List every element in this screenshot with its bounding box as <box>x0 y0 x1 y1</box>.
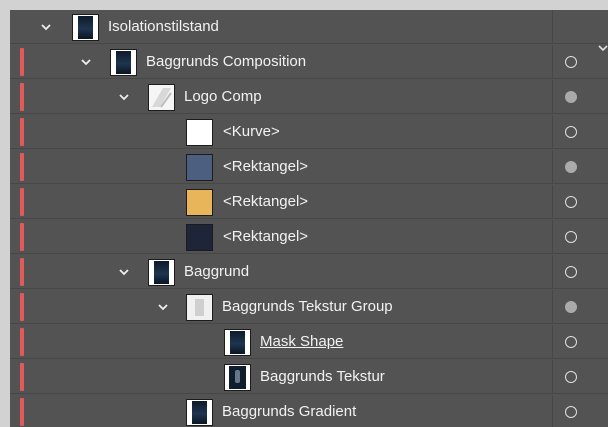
layer-row[interactable]: <Rektangel> <box>10 185 608 219</box>
layer-color-label <box>20 83 24 111</box>
layer-color-label <box>20 328 24 356</box>
target-circle-icon[interactable] <box>565 406 577 418</box>
column-divider <box>552 290 553 323</box>
layer-color-label <box>20 293 24 321</box>
layer-name: <Rektangel> <box>223 228 309 245</box>
layer-row[interactable]: Baggrunds Tekstur Group <box>10 290 608 324</box>
column-divider <box>552 220 553 253</box>
layer-color-label <box>20 153 24 181</box>
layer-row[interactable]: Isolationstilstand <box>10 10 608 44</box>
target-circle-icon[interactable] <box>565 371 577 383</box>
layer-thumbnail <box>186 189 213 216</box>
layer-thumbnail <box>224 329 251 356</box>
target-filled-icon[interactable] <box>565 161 577 173</box>
layer-thumbnail <box>186 154 213 181</box>
layer-name: <Rektangel> <box>223 193 309 210</box>
layer-color-label <box>20 398 24 426</box>
layer-row[interactable]: Logo Comp <box>10 80 608 114</box>
layers-panel: Isolationstilstand Baggrunds Composition L… <box>10 10 608 427</box>
panel-menu-chevron-icon[interactable] <box>598 44 608 54</box>
layer-row[interactable]: Baggrunds Gradient <box>10 395 608 427</box>
layer-name: Logo Comp <box>184 88 262 105</box>
layer-thumbnail <box>148 84 175 111</box>
layer-row[interactable]: Baggrunds Tekstur <box>10 360 608 394</box>
layer-name: Baggrunds Tekstur <box>260 368 385 385</box>
target-circle-icon[interactable] <box>565 266 577 278</box>
column-divider <box>552 185 553 218</box>
layer-thumbnail <box>186 294 213 321</box>
column-divider <box>552 325 553 358</box>
layer-name: <Rektangel> <box>223 158 309 175</box>
layer-color-label <box>20 188 24 216</box>
column-divider <box>552 360 553 393</box>
chevron-down-icon[interactable] <box>80 56 92 68</box>
column-divider <box>552 150 553 183</box>
layer-name: Baggrunds Composition <box>146 53 307 70</box>
layer-row[interactable]: Baggrund <box>10 255 608 289</box>
chevron-down-icon[interactable] <box>157 301 169 313</box>
layer-row[interactable]: <Kurve> <box>10 115 608 149</box>
target-circle-icon[interactable] <box>565 336 577 348</box>
target-circle-icon[interactable] <box>565 231 577 243</box>
layer-thumbnail <box>72 14 99 41</box>
column-divider <box>552 80 553 113</box>
target-circle-icon[interactable] <box>565 56 577 68</box>
column-divider <box>552 10 553 43</box>
chevron-down-icon[interactable] <box>40 21 52 33</box>
layer-row[interactable]: Baggrunds Composition <box>10 45 608 79</box>
column-divider <box>552 395 553 427</box>
layer-name: <Kurve> <box>223 123 280 140</box>
layer-name: Baggrund <box>184 263 250 280</box>
layer-thumbnail <box>148 259 175 286</box>
layer-thumbnail <box>186 119 213 146</box>
layer-name: Mask Shape <box>260 333 344 350</box>
layer-name: Baggrunds Tekstur Group <box>222 298 393 315</box>
layer-thumbnail <box>186 224 213 251</box>
layer-row[interactable]: <Rektangel> <box>10 220 608 254</box>
target-filled-icon[interactable] <box>565 301 577 313</box>
layer-name: Baggrunds Gradient <box>222 403 357 420</box>
chevron-down-icon[interactable] <box>118 91 130 103</box>
layer-color-label <box>20 48 24 76</box>
layer-thumbnail <box>186 399 213 426</box>
layer-color-label <box>20 363 24 391</box>
target-circle-icon[interactable] <box>565 126 577 138</box>
layer-color-label <box>20 223 24 251</box>
layer-name: Isolationstilstand <box>108 18 219 35</box>
column-divider <box>552 115 553 148</box>
layer-thumbnail <box>224 364 251 391</box>
column-divider <box>552 255 553 288</box>
target-filled-icon[interactable] <box>565 91 577 103</box>
layer-thumbnail <box>110 49 137 76</box>
layer-color-label <box>20 258 24 286</box>
column-divider <box>552 45 553 78</box>
layer-row[interactable]: <Rektangel> <box>10 150 608 184</box>
layer-color-label <box>20 118 24 146</box>
layer-row[interactable]: Mask Shape <box>10 325 608 359</box>
target-circle-icon[interactable] <box>565 196 577 208</box>
chevron-down-icon[interactable] <box>118 266 130 278</box>
